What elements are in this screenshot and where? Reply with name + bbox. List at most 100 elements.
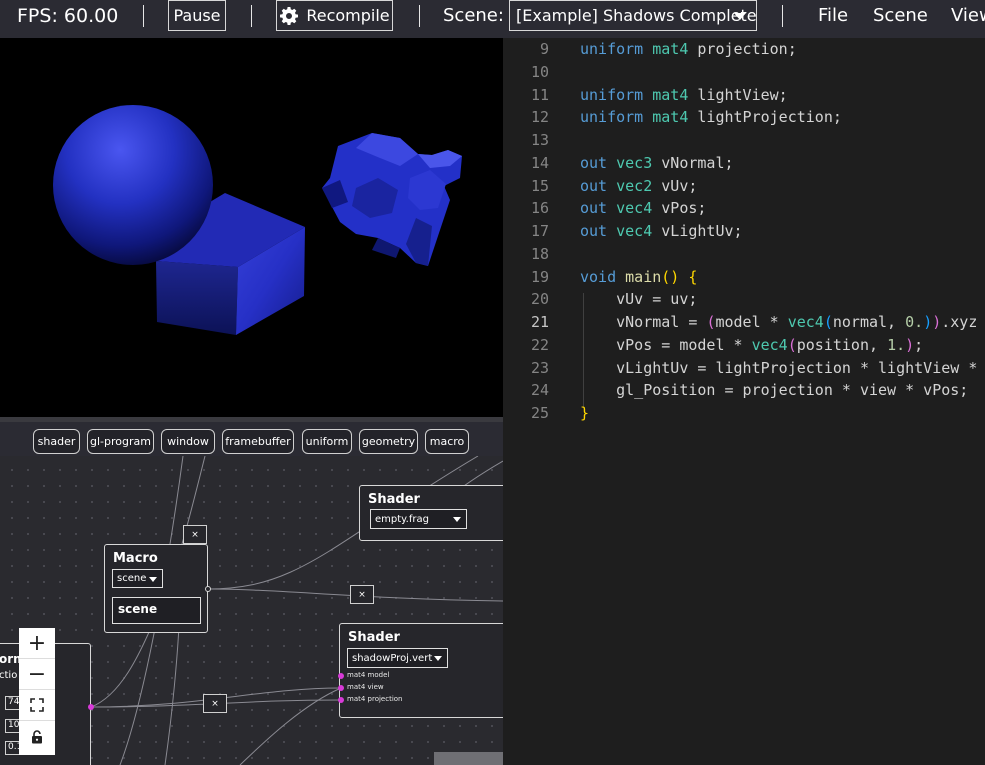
add-geometry-node-button[interactable]: geometry (359, 429, 418, 454)
code-line[interactable]: 23 vLightUv = lightProjection * lightVie… (503, 359, 985, 381)
macro-output-port[interactable] (205, 586, 211, 592)
minimap[interactable] (434, 752, 503, 765)
code-line[interactable]: 21 vNormal = (model * vec4(normal, 0.)).… (503, 313, 985, 335)
code-line[interactable]: 9 uniform mat4 projection; (503, 40, 985, 62)
code-token: model * (715, 313, 788, 331)
toolbar-divider (251, 5, 252, 27)
node-subtitle: ctio (0, 670, 18, 681)
monkey-head (322, 133, 462, 266)
code-line[interactable]: 19 void main() { (503, 268, 985, 290)
code-line[interactable]: 22 vPos = model * vec4(position, 1.); (503, 336, 985, 358)
zoom-in-button[interactable]: + (19, 628, 55, 659)
code-line[interactable]: 12 uniform mat4 lightProjection; (503, 108, 985, 130)
code-token: { (688, 267, 698, 286)
fps-counter: FPS: 60.00 (17, 5, 119, 27)
code-token: vUv; (652, 176, 698, 195)
line-number: 11 (530, 85, 549, 104)
macro-select[interactable]: scene (112, 569, 163, 588)
zoom-out-button[interactable]: − (19, 659, 55, 690)
line-number: 20 (530, 290, 549, 309)
shader-file-select[interactable]: shadowProj.vert (347, 648, 448, 668)
macro-select-value: scene (117, 573, 147, 584)
line-number: 17 (530, 222, 549, 240)
toolbar-divider (143, 5, 144, 27)
add-framebuffer-node-button[interactable]: framebuffer (222, 429, 294, 454)
code-token: vNormal; (652, 153, 734, 172)
line-number: 13 (530, 131, 549, 149)
recompile-label: Recompile (306, 6, 390, 25)
remove-connection-button[interactable]: × (203, 694, 227, 713)
line-number: 22 (530, 335, 549, 354)
code-line[interactable]: 18 (503, 245, 985, 267)
code-token: vLightUv = lightProjection * lightView * (580, 358, 978, 377)
code-token: ) (932, 313, 942, 331)
menu-view[interactable]: View (951, 5, 985, 26)
remove-connection-button[interactable]: × (350, 585, 374, 604)
macro-node[interactable]: Macro scene scene (104, 544, 208, 633)
toolbar-divider (782, 5, 783, 27)
code-token: vec4 (751, 335, 788, 354)
code-line[interactable]: 24 gl_Position = projection * view * vPo… (503, 381, 985, 403)
code-line[interactable]: 16 out vec4 vPos; (503, 199, 985, 221)
code-token: main (625, 267, 662, 286)
code-line[interactable]: 14 out vec3 vNormal; (503, 154, 985, 176)
code-line[interactable]: 10 (503, 63, 985, 85)
add-window-node-button[interactable]: window (161, 429, 215, 454)
line-number: 16 (530, 199, 549, 218)
add-macro-node-button[interactable]: macro (425, 429, 469, 454)
code-line[interactable]: 13 (503, 131, 985, 153)
shader-node-shadowproj-vert[interactable]: Shader shadowProj.vert mat4 model mat4 v… (338, 623, 503, 718)
code-line[interactable]: 20 vUv = uv; (503, 290, 985, 312)
code-line[interactable]: 15 out vec2 vUv; (503, 177, 985, 199)
code-token: lightView; (688, 85, 788, 104)
code-token: vPos; (652, 199, 707, 218)
input-port-model[interactable] (338, 673, 344, 679)
code-editor[interactable]: 9 uniform mat4 projection; 10 11 uniform mat… (503, 38, 985, 765)
lock-button[interactable] (19, 721, 55, 752)
render-viewport[interactable] (0, 38, 503, 417)
scene-select[interactable]: [Example] Shadows Complete (509, 0, 757, 31)
shader-node-empty-frag[interactable]: Shader empty.frag (359, 485, 503, 541)
code-token: out (580, 199, 608, 218)
add-shader-node-button[interactable]: shader (33, 429, 80, 454)
add-uniform-node-button[interactable]: uniform (302, 429, 352, 454)
menu-scene[interactable]: Scene (873, 5, 928, 26)
node-type-toolbar: shader gl-program window framebuffer uni… (0, 417, 503, 456)
node-graph-canvas[interactable]: Shader empty.frag × Macro scene scene × … (0, 456, 503, 765)
code-token: vec2 (616, 176, 653, 195)
code-line[interactable]: 11 uniform mat4 lightView; (503, 86, 985, 108)
output-port[interactable] (88, 704, 94, 710)
macro-value-field[interactable]: scene (112, 597, 201, 624)
line-number: 18 (530, 244, 549, 263)
code-token: uniform (580, 40, 644, 58)
input-port-view[interactable] (338, 685, 344, 691)
fit-view-button[interactable] (19, 690, 55, 721)
code-line[interactable]: 25} (503, 404, 985, 426)
code-text: out vec4 vPos; (580, 199, 706, 217)
pause-button[interactable]: Pause (168, 0, 226, 31)
lock-icon (32, 729, 42, 743)
code-token: out (580, 153, 608, 172)
code-token: out (580, 176, 608, 195)
input-port-label: mat4 model (347, 671, 390, 679)
scene-render (53, 105, 462, 335)
input-port-projection[interactable] (338, 697, 344, 703)
code-token: uniform (580, 108, 644, 127)
code-token: vUv = uv; (580, 290, 698, 309)
code-token: } (580, 404, 590, 422)
recompile-button[interactable]: Recompile (276, 0, 393, 31)
add-gl-program-node-button[interactable]: gl-program (87, 429, 154, 454)
shader-file-select[interactable]: empty.frag (370, 509, 467, 529)
remove-connection-button[interactable]: × (183, 525, 207, 544)
graph-zoom-controls: + − (19, 628, 55, 755)
code-line[interactable]: 17 out vec4 vLightUv; (503, 222, 985, 244)
node-title: Shader (348, 630, 400, 645)
code-token: ) (905, 335, 915, 354)
code-token: position, (796, 335, 888, 354)
menu-file[interactable]: File (818, 5, 848, 26)
chevron-down-icon (434, 656, 442, 661)
